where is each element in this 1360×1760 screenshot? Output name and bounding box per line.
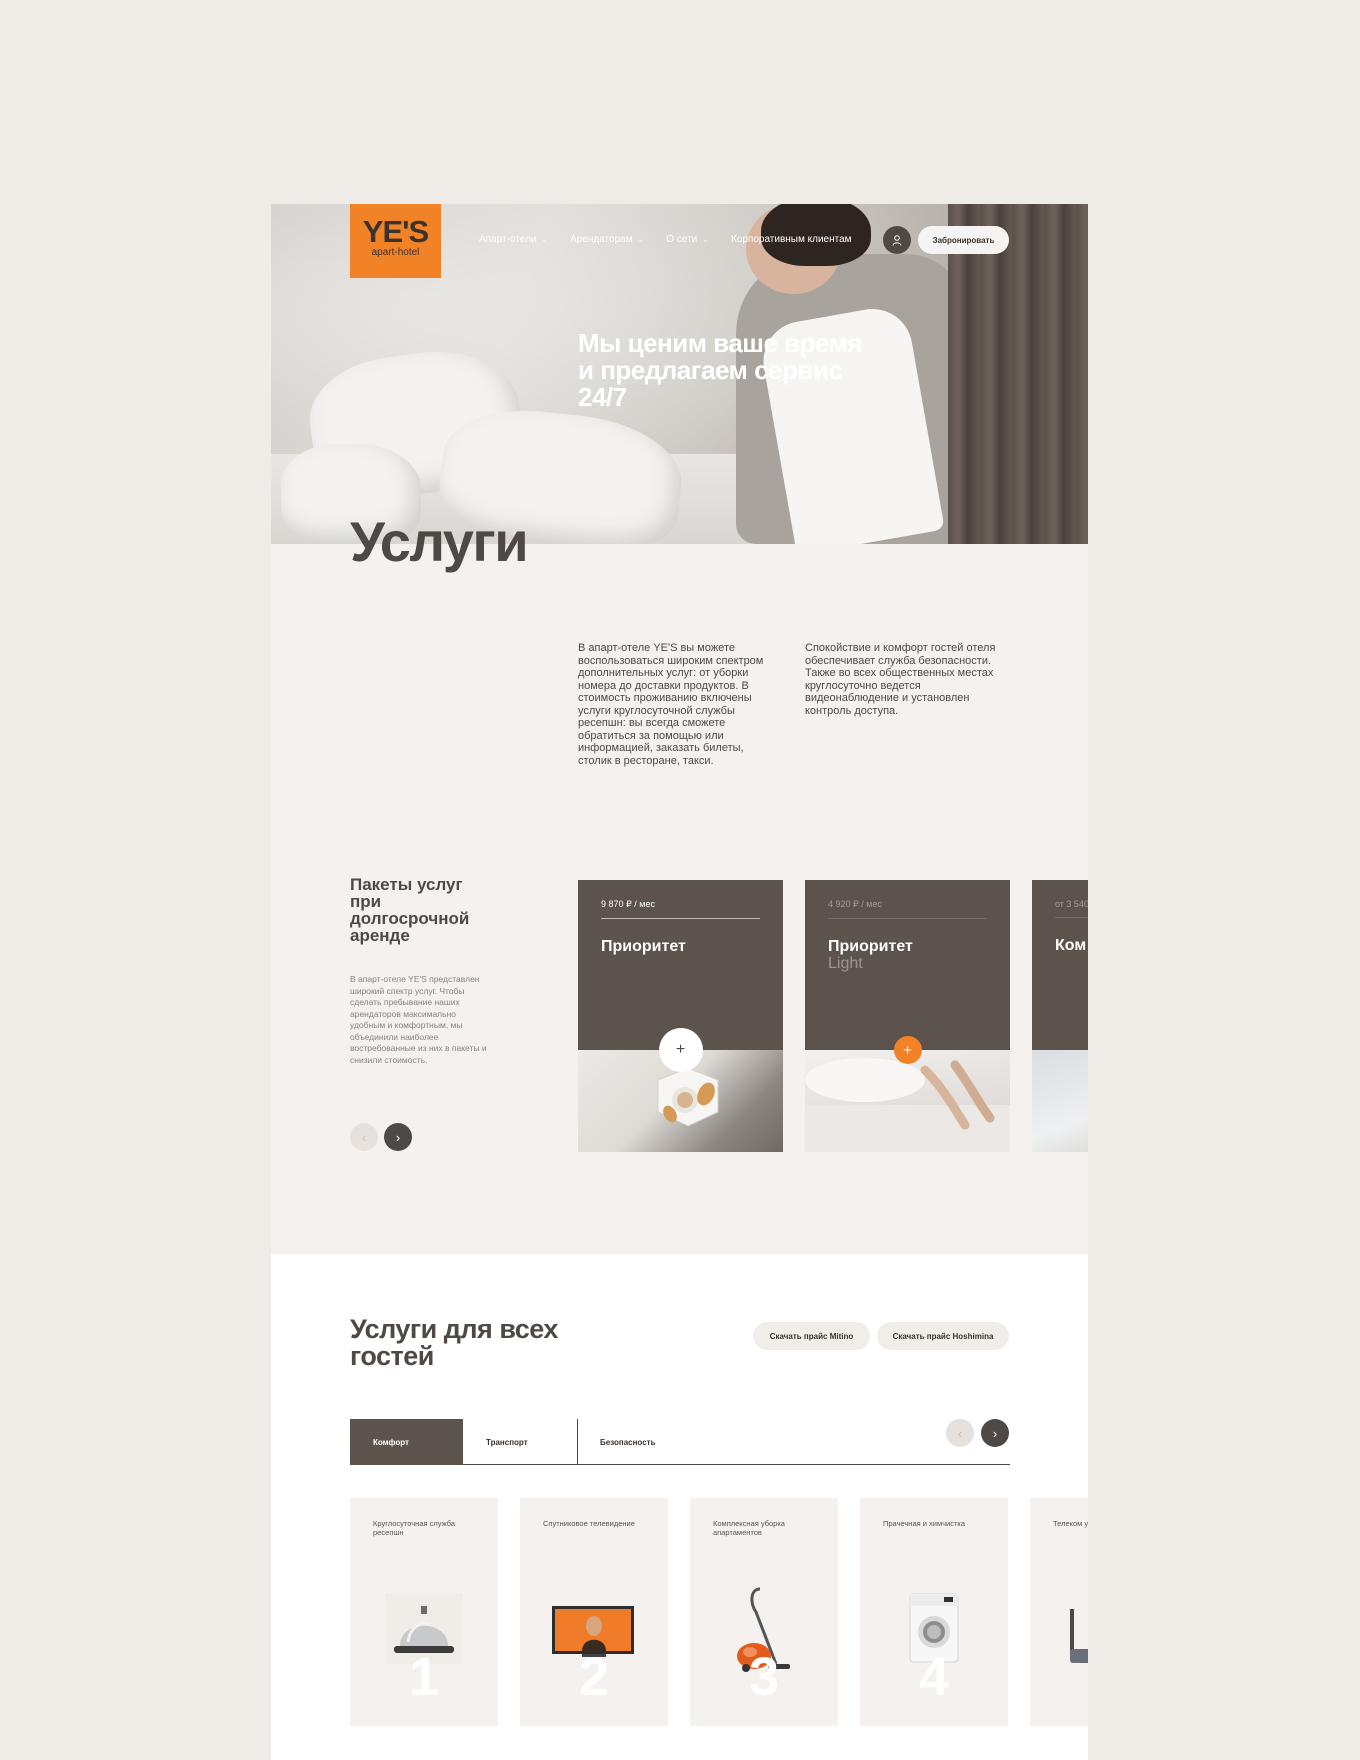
package-add-button[interactable]: + (658, 1028, 703, 1072)
nav-item-about[interactable]: О сети ⌄ (666, 234, 709, 245)
chevron-down-icon: ⌄ (702, 235, 709, 244)
service-number: 5 (1030, 1646, 1088, 1708)
package-photo (1032, 1050, 1088, 1152)
chevron-down-icon: ⌄ (541, 235, 549, 244)
service-label: Прачечная и химчистка (883, 1519, 966, 1528)
package-price: от 3 540 (1055, 899, 1088, 918)
download-mitino-button[interactable]: Скачать прайс Mitino (753, 1322, 870, 1350)
user-account-button[interactable] (883, 226, 911, 254)
services-tabs: Комфорт Транспорт Безопасность (350, 1419, 1010, 1465)
main-nav: Апарт-отели ⌄ Арендаторам ⌄ О сети ⌄ Кор… (479, 234, 852, 245)
package-photo (805, 1050, 1010, 1152)
service-number: 1 (408, 1647, 440, 1707)
tab-comfort[interactable]: Комфорт (350, 1419, 463, 1465)
service-card[interactable]: Круглосуточная служба ресепшн 1 (350, 1498, 498, 1726)
package-name: Ком (1055, 937, 1087, 954)
package-name: Приоритет (601, 938, 686, 955)
services-prev-button[interactable]: ‹ (946, 1419, 974, 1447)
service-label: Круглосуточная служба ресепшн (373, 1519, 455, 1537)
nav-item-corporate[interactable]: Корпоративным клиентам (731, 234, 852, 245)
service-number: 4 (918, 1647, 950, 1707)
packages-next-button[interactable]: › (384, 1123, 412, 1151)
package-card[interactable]: от 3 540 Ком (1032, 880, 1088, 1152)
user-icon (892, 234, 902, 246)
package-name: Приоритет (828, 938, 913, 955)
packages-title: Пакеты услуг при долгосрочной аренде (350, 875, 470, 945)
package-card[interactable]: 9 870 ₽ / мес Приоритет + (578, 880, 783, 1152)
service-card[interactable]: Комплексная уборка апартаментов 3 (690, 1498, 838, 1726)
package-card[interactable]: 4 920 ₽ / мес Приоритет Light + (805, 880, 1010, 1152)
service-number: 2 (578, 1647, 610, 1707)
intro-text-left: В апарт-отеле YE'S вы можете воспользова… (578, 642, 764, 767)
hero-banner: YE'S apart-hotel Апарт-отели ⌄ Арендатор… (271, 204, 1088, 544)
services-title: Услуги для всех гостей (350, 1314, 558, 1371)
chevron-down-icon: ⌄ (637, 235, 645, 244)
nav-item-tenants[interactable]: Арендаторам ⌄ (570, 234, 644, 245)
packages-prev-button[interactable]: ‹ (350, 1123, 378, 1151)
intro-text-right: Спокойствие и комфорт гостей отеля обесп… (805, 642, 996, 717)
download-hoshimina-button[interactable]: Скачать прайс Hoshimina (877, 1322, 1009, 1350)
service-number: 3 (748, 1647, 780, 1707)
package-add-button[interactable]: + (893, 1036, 922, 1064)
page-title: Услуги (350, 510, 529, 573)
service-card[interactable]: Прачечная и химчистка 4 (860, 1498, 1008, 1726)
service-label: Спутниковое телевидение (543, 1519, 635, 1528)
package-price: 4 920 ₽ / мес (828, 899, 987, 919)
packages-description: В апарт-отеле YE'S представлен широкий с… (350, 974, 487, 1065)
tab-transport[interactable]: Транспорт (463, 1419, 577, 1465)
package-subname: Light (828, 955, 863, 972)
logo[interactable]: YE'S apart-hotel (350, 204, 441, 278)
services-next-button[interactable]: › (981, 1419, 1009, 1447)
nav-item-apart-hotels[interactable]: Апарт-отели ⌄ (479, 234, 548, 245)
service-card[interactable]: Спутниковое телевидение 2 (520, 1498, 668, 1726)
package-price: 9 870 ₽ / мес (601, 899, 760, 919)
logo-text: YE'S (362, 214, 429, 249)
service-card[interactable]: Телеком услуги 5 (1030, 1498, 1088, 1726)
service-label: Комплексная уборка апартаментов (713, 1519, 785, 1537)
tab-security[interactable]: Безопасность (577, 1419, 777, 1465)
hero-curtain (948, 204, 1088, 544)
book-button[interactable]: Забронировать (918, 226, 1009, 254)
page-frame: YE'S apart-hotel Апарт-отели ⌄ Арендатор… (271, 204, 1088, 1760)
service-label: Телеком услуги (1053, 1519, 1088, 1528)
hero-title: Мы ценим ваше время и предлагаем сервис … (578, 328, 863, 412)
